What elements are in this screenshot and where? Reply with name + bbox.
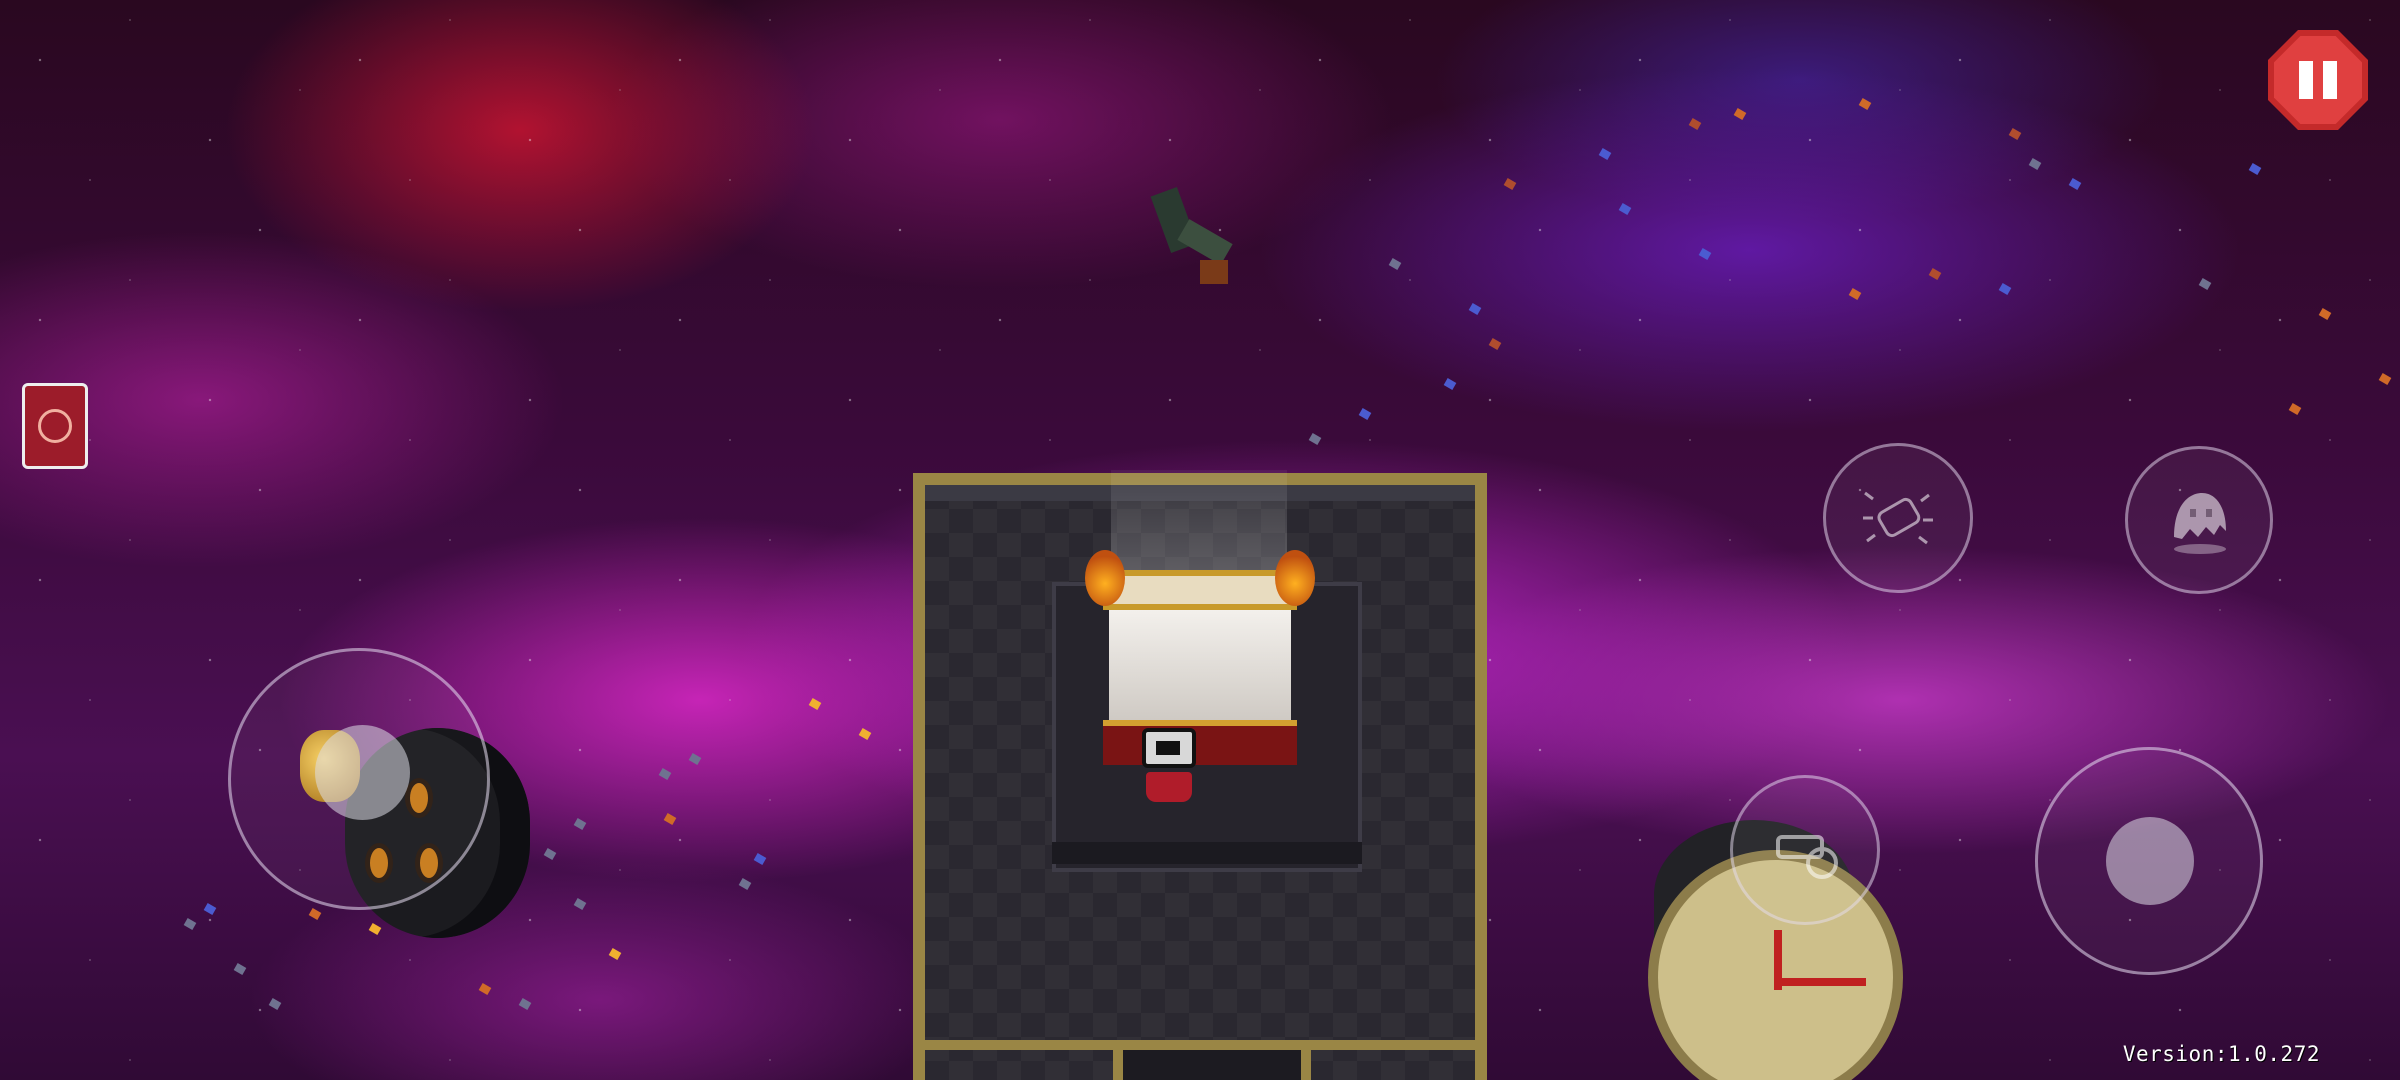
bullet-reload-icon bbox=[1863, 491, 1933, 545]
version-label: Version:1.0.272 bbox=[2122, 1042, 2320, 1066]
treasure-chest[interactable] bbox=[1085, 550, 1315, 765]
weapon-swap-icon bbox=[1776, 835, 1838, 879]
platform-exit bbox=[1113, 1050, 1311, 1080]
red-card-icon bbox=[38, 409, 72, 443]
player-character bbox=[1142, 728, 1196, 804]
ghost-button[interactable] bbox=[2125, 446, 2273, 594]
aim-joystick-knob[interactable] bbox=[2106, 817, 2194, 905]
altar-step bbox=[1052, 842, 1362, 864]
floating-weapon bbox=[1150, 187, 1240, 300]
weapon-swap-button[interactable] bbox=[1730, 775, 1880, 925]
pause-icon bbox=[2299, 61, 2313, 99]
game-viewport: Version:1.0.272 bbox=[0, 0, 2400, 1080]
ghost-icon bbox=[2174, 493, 2226, 554]
move-joystick-knob[interactable] bbox=[315, 725, 410, 820]
reload-button[interactable] bbox=[1823, 443, 1973, 593]
pause-button[interactable] bbox=[2268, 30, 2368, 130]
active-item-card[interactable] bbox=[22, 383, 88, 469]
